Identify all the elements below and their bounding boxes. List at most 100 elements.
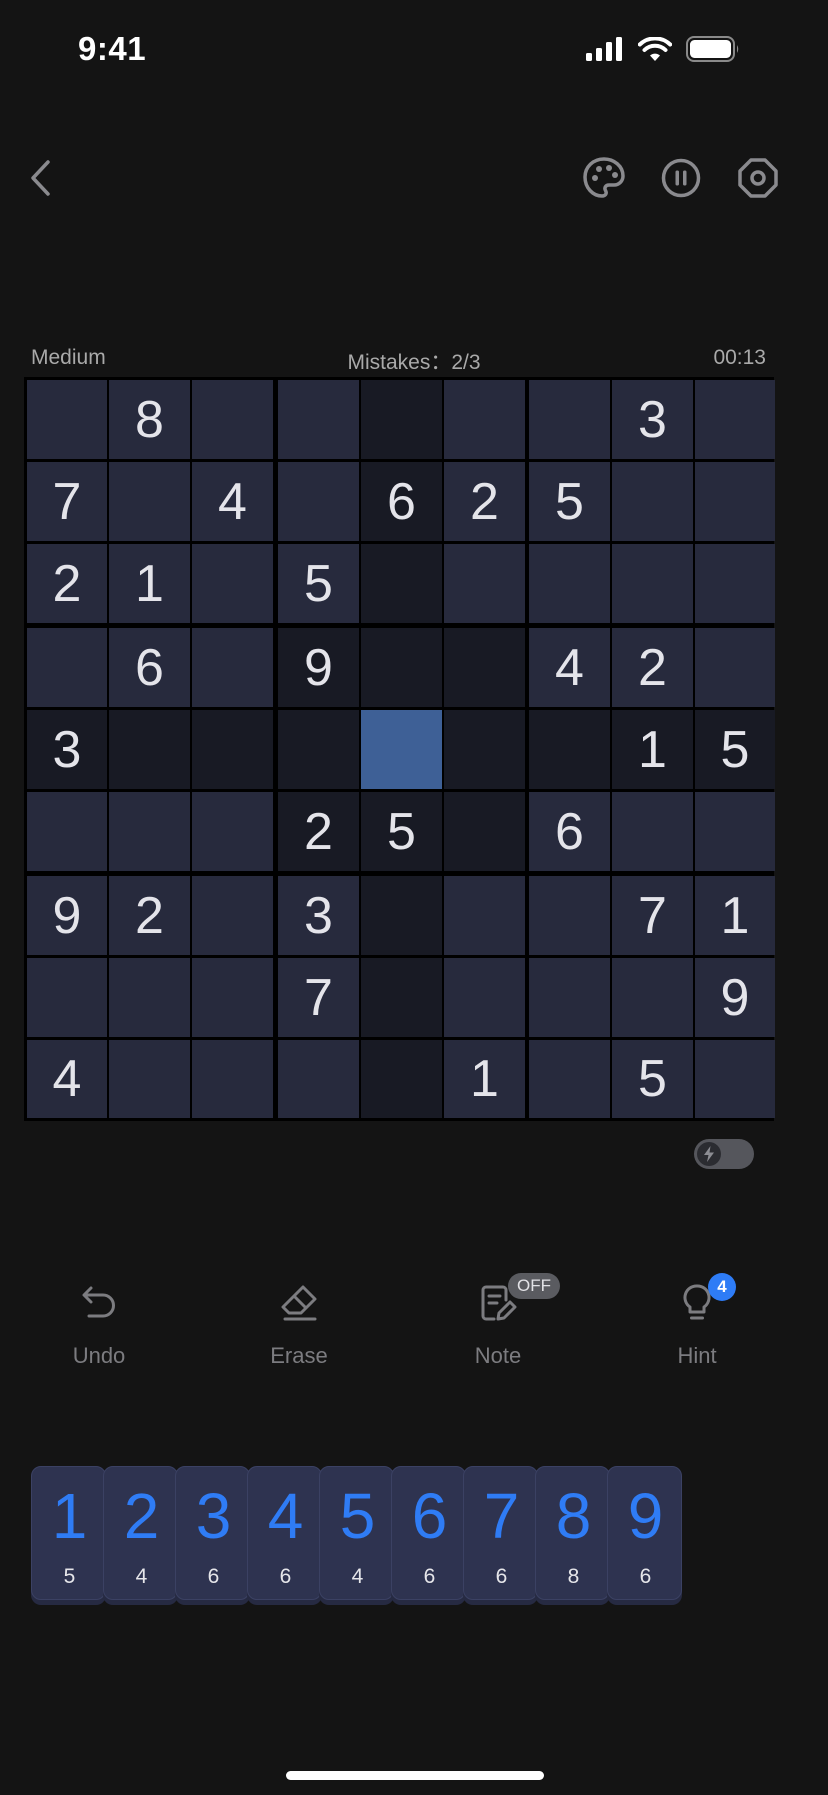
sudoku-cell[interactable] (192, 380, 273, 459)
sudoku-cell[interactable] (361, 380, 442, 459)
sudoku-cell[interactable] (361, 958, 442, 1037)
sudoku-cell[interactable]: 6 (109, 628, 190, 707)
sudoku-cell[interactable]: 1 (612, 710, 693, 789)
sudoku-cell[interactable]: 1 (109, 544, 190, 623)
sudoku-cell[interactable] (444, 792, 525, 871)
sudoku-cell[interactable] (529, 958, 610, 1037)
number-key-1[interactable]: 15 (31, 1466, 106, 1600)
sudoku-cell[interactable] (529, 380, 610, 459)
sudoku-cell[interactable]: 2 (27, 544, 107, 623)
sudoku-cell[interactable] (109, 462, 190, 541)
number-key-3[interactable]: 36 (175, 1466, 250, 1600)
sudoku-cell[interactable] (529, 1040, 610, 1118)
sudoku-cell[interactable] (695, 792, 775, 871)
sudoku-cell[interactable]: 2 (109, 876, 190, 955)
sudoku-cell[interactable]: 4 (529, 628, 610, 707)
settings-icon[interactable] (734, 154, 782, 202)
sudoku-cell[interactable] (695, 628, 775, 707)
pause-icon[interactable] (657, 154, 705, 202)
sudoku-cell[interactable]: 2 (444, 462, 525, 541)
sudoku-cell[interactable] (612, 958, 693, 1037)
undo-button[interactable]: Undo (29, 1275, 169, 1375)
sudoku-cell[interactable] (192, 628, 273, 707)
sudoku-cell[interactable]: 3 (612, 380, 693, 459)
number-key-9[interactable]: 96 (607, 1466, 682, 1600)
sudoku-cell-selected[interactable] (361, 710, 442, 789)
sudoku-cell[interactable]: 7 (27, 462, 107, 541)
sudoku-cell[interactable] (695, 1040, 775, 1118)
home-indicator[interactable] (286, 1771, 544, 1780)
sudoku-cell[interactable] (361, 544, 442, 623)
sudoku-cell[interactable] (361, 628, 442, 707)
sudoku-cell[interactable]: 9 (278, 628, 359, 707)
sudoku-cell[interactable] (695, 380, 775, 459)
number-key-8[interactable]: 88 (535, 1466, 610, 1600)
sudoku-cell[interactable] (192, 958, 273, 1037)
sudoku-cell[interactable]: 5 (361, 792, 442, 871)
sudoku-cell[interactable] (695, 544, 775, 623)
sudoku-cell[interactable] (109, 792, 190, 871)
sudoku-cell[interactable] (278, 462, 359, 541)
sudoku-cell[interactable] (27, 628, 107, 707)
sudoku-cell[interactable] (444, 628, 525, 707)
sudoku-cell[interactable] (529, 876, 610, 955)
note-button[interactable]: OFF Note (428, 1273, 568, 1375)
sudoku-cell[interactable] (278, 380, 359, 459)
number-key-6[interactable]: 66 (391, 1466, 466, 1600)
sudoku-cell[interactable]: 1 (695, 876, 775, 955)
sudoku-cell[interactable] (612, 792, 693, 871)
sudoku-cell[interactable]: 5 (529, 462, 610, 541)
sudoku-cell[interactable] (529, 710, 610, 789)
sudoku-cell[interactable] (695, 462, 775, 541)
sudoku-cell[interactable] (361, 876, 442, 955)
sudoku-cell[interactable] (444, 710, 525, 789)
sudoku-cell[interactable]: 2 (278, 792, 359, 871)
sudoku-cell[interactable] (27, 380, 107, 459)
sudoku-cell[interactable]: 5 (278, 544, 359, 623)
sudoku-cell[interactable]: 7 (278, 958, 359, 1037)
quick-input-toggle[interactable] (694, 1139, 754, 1169)
sudoku-cell[interactable] (361, 1040, 442, 1118)
sudoku-cell[interactable] (109, 710, 190, 789)
sudoku-cell[interactable]: 7 (612, 876, 693, 955)
sudoku-cell[interactable] (192, 710, 273, 789)
sudoku-cell[interactable]: 8 (109, 380, 190, 459)
sudoku-cell[interactable] (27, 958, 107, 1037)
sudoku-cell[interactable]: 5 (612, 1040, 693, 1118)
sudoku-cell[interactable] (109, 1040, 190, 1118)
sudoku-cell[interactable] (27, 792, 107, 871)
sudoku-cell[interactable]: 9 (695, 958, 775, 1037)
sudoku-cell[interactable] (192, 1040, 273, 1118)
sudoku-cell[interactable] (192, 792, 273, 871)
sudoku-cell[interactable] (444, 380, 525, 459)
sudoku-cell[interactable] (529, 544, 610, 623)
number-key-4[interactable]: 46 (247, 1466, 322, 1600)
sudoku-cell[interactable] (612, 544, 693, 623)
sudoku-cell[interactable]: 3 (27, 710, 107, 789)
number-key-2[interactable]: 24 (103, 1466, 178, 1600)
chevron-left-icon[interactable] (22, 156, 66, 200)
sudoku-cell[interactable]: 9 (27, 876, 107, 955)
sudoku-cell[interactable] (278, 1040, 359, 1118)
sudoku-cell[interactable] (278, 710, 359, 789)
sudoku-cell[interactable]: 6 (529, 792, 610, 871)
sudoku-cell[interactable] (192, 544, 273, 623)
erase-button[interactable]: Erase (229, 1275, 369, 1375)
sudoku-cell[interactable] (444, 544, 525, 623)
sudoku-cell[interactable] (444, 876, 525, 955)
number-key-7[interactable]: 76 (463, 1466, 538, 1600)
sudoku-cell[interactable]: 4 (192, 462, 273, 541)
sudoku-cell[interactable] (109, 958, 190, 1037)
sudoku-cell[interactable]: 3 (278, 876, 359, 955)
hint-button[interactable]: 4 Hint (627, 1273, 767, 1375)
sudoku-cell[interactable]: 6 (361, 462, 442, 541)
sudoku-cell[interactable]: 5 (695, 710, 775, 789)
palette-icon[interactable] (580, 154, 628, 202)
sudoku-cell[interactable] (192, 876, 273, 955)
sudoku-cell[interactable]: 2 (612, 628, 693, 707)
sudoku-cell[interactable] (444, 958, 525, 1037)
number-key-5[interactable]: 54 (319, 1466, 394, 1600)
sudoku-cell[interactable]: 1 (444, 1040, 525, 1118)
sudoku-cell[interactable] (612, 462, 693, 541)
sudoku-cell[interactable]: 4 (27, 1040, 107, 1118)
